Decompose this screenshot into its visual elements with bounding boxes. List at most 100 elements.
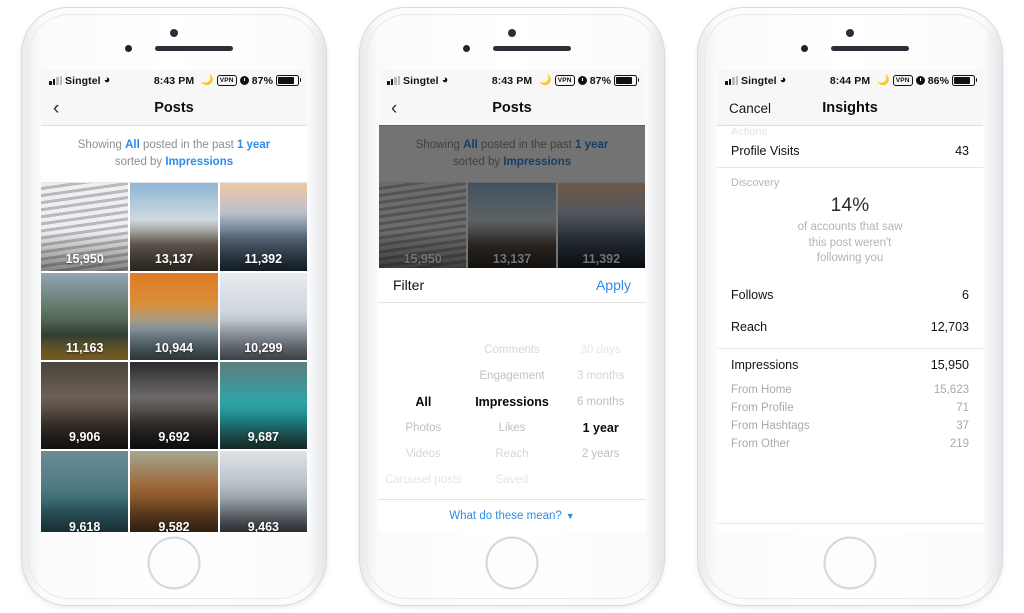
status-bar: Singtel ◕ 8:43 PM 🌙 VPN 87% xyxy=(41,70,307,91)
back-chevron-left-icon[interactable]: ‹ xyxy=(53,99,59,118)
picker-option[interactable]: Saved xyxy=(496,467,529,493)
discovery-text-line1: of accounts that saw xyxy=(797,221,903,233)
banner-sort-value[interactable]: Impressions xyxy=(503,156,571,168)
picker-column-post-type[interactable]: All Photos Videos Carousel posts xyxy=(379,311,468,493)
carrier-label: Singtel xyxy=(65,74,101,87)
picker-column-metric[interactable]: Comments Engagement Impressions Likes Reach S… xyxy=(468,311,557,493)
do-not-disturb-icon: 🌙 xyxy=(539,75,552,86)
insight-row-reach: Reach 12,703 xyxy=(731,311,969,348)
back-chevron-left-icon[interactable]: ‹ xyxy=(391,99,397,118)
grid-post-cell[interactable]: 9,582 xyxy=(130,451,218,532)
picker-option[interactable]: 3 months xyxy=(577,363,624,389)
post-metric-value: 11,163 xyxy=(65,341,104,356)
wifi-icon: ◕ xyxy=(103,74,111,86)
front-camera-icon xyxy=(801,45,808,52)
grid-post-cell[interactable]: 11,392 xyxy=(557,183,645,271)
post-metric-value: 11,392 xyxy=(582,251,621,266)
impressions-breakdown-row: From Hashtags 37 xyxy=(731,417,969,435)
vpn-badge: VPN xyxy=(216,75,237,86)
post-metric-value: 9,618 xyxy=(69,519,101,532)
battery-icon xyxy=(614,74,640,87)
banner-filter-value[interactable]: All xyxy=(125,139,140,151)
grid-post-cell[interactable]: 11,163 xyxy=(41,272,129,361)
status-bar: Singtel ◕ 8:43 PM 🌙 VPN 87% xyxy=(379,70,645,91)
grid-post-cell[interactable]: 15,950 xyxy=(379,183,467,271)
picker-column-timeframe[interactable]: 30 days 3 months 6 months 1 year 2 years xyxy=(556,311,645,493)
banner-sort-value[interactable]: Impressions xyxy=(165,156,233,168)
picker-option[interactable]: Photos xyxy=(405,415,441,441)
banner-middle: posted in the past xyxy=(477,139,575,151)
discovery-percent: 14% xyxy=(830,195,870,216)
grid-post-cell[interactable]: 15,950 xyxy=(41,183,129,271)
scrolled-row-label: Actions xyxy=(731,126,768,135)
picker-option[interactable]: Engagement xyxy=(479,363,544,389)
grid-post-cell[interactable]: 13,137 xyxy=(130,183,218,271)
home-button[interactable] xyxy=(148,537,200,589)
insight-value: 15,950 xyxy=(930,357,969,372)
picker-option[interactable]: All xyxy=(415,389,431,415)
grid-post-cell[interactable]: 10,299 xyxy=(219,272,307,361)
signal-icon xyxy=(387,76,400,85)
phone-posts-list: Singtel ◕ 8:43 PM 🌙 VPN 87% ‹ Posts Show… xyxy=(22,8,326,605)
picker-option[interactable]: 1 year xyxy=(583,415,619,441)
sensor-icon xyxy=(508,29,516,37)
post-metric-value: 9,692 xyxy=(158,430,190,445)
home-button[interactable] xyxy=(824,537,876,589)
front-camera-icon xyxy=(463,45,470,52)
clock-label: 8:44 PM xyxy=(829,74,871,87)
cancel-button[interactable]: Cancel xyxy=(729,101,771,116)
insight-label: From Profile xyxy=(731,401,794,414)
filter-sheet-header: Filter Apply xyxy=(379,268,645,303)
picker-option[interactable]: Videos xyxy=(406,441,441,467)
phone-posts-filter: Singtel ◕ 8:43 PM 🌙 VPN 87% ‹ Posts Show… xyxy=(360,8,664,605)
post-metric-value: 9,463 xyxy=(247,519,279,532)
picker-option[interactable]: Carousel posts xyxy=(385,467,462,493)
discovery-text-line3: following you xyxy=(816,252,884,265)
insight-value: 12,703 xyxy=(930,319,969,334)
what-do-these-mean-link[interactable]: What do these mean? ▼ xyxy=(379,499,645,532)
banner-filter-value[interactable]: All xyxy=(463,139,478,151)
showing-banner[interactable]: Showing All posted in the past 1 year so… xyxy=(379,126,645,184)
insight-value: 37 xyxy=(956,419,969,432)
battery-percent-label: 86% xyxy=(927,74,950,87)
nav-bar: ‹ Posts xyxy=(379,91,645,126)
insight-value: 6 xyxy=(962,287,969,302)
grid-post-cell[interactable]: 9,906 xyxy=(41,362,129,450)
showing-banner[interactable]: Showing All posted in the past 1 year so… xyxy=(41,126,307,184)
grid-post-cell[interactable]: 13,137 xyxy=(468,183,556,271)
battery-percent-label: 87% xyxy=(589,74,612,87)
do-not-disturb-icon: 🌙 xyxy=(877,75,890,86)
banner-period-value[interactable]: 1 year xyxy=(575,139,608,151)
picker-option[interactable]: 30 days xyxy=(581,337,621,363)
grid-post-cell[interactable]: 9,692 xyxy=(130,362,218,450)
insights-list[interactable]: Actions Profile Visits 43 Discovery 14% … xyxy=(717,126,983,532)
battery-icon xyxy=(952,74,978,87)
picker-option[interactable]: 6 months xyxy=(577,389,624,415)
grid-post-cell[interactable]: 9,463 xyxy=(219,451,307,532)
home-button[interactable] xyxy=(486,537,538,589)
picker-option[interactable]: Impressions xyxy=(475,389,549,415)
insights-section-discovery: Discovery 14% of accounts that saw this … xyxy=(717,168,983,349)
banner-middle: posted in the past xyxy=(139,139,237,151)
insight-label: Follows xyxy=(731,287,774,302)
post-metric-value: 10,944 xyxy=(154,341,194,356)
apply-button[interactable]: Apply xyxy=(596,277,631,293)
post-metric-value: 13,137 xyxy=(492,251,532,266)
grid-post-cell[interactable]: 9,618 xyxy=(41,451,129,532)
post-metric-value: 9,906 xyxy=(69,430,101,445)
signal-icon xyxy=(49,76,62,85)
grid-post-cell[interactable]: 11,392 xyxy=(219,183,307,271)
picker-option[interactable]: Reach xyxy=(495,441,528,467)
grid-post-cell[interactable]: 9,687 xyxy=(219,362,307,450)
alarm-icon xyxy=(239,76,249,85)
front-camera-icon xyxy=(125,45,132,52)
banner-sorted-prefix: sorted by xyxy=(114,155,166,168)
what-do-these-mean-link[interactable]: What do these mean? ▼ xyxy=(717,523,983,532)
banner-period-value[interactable]: 1 year xyxy=(237,139,270,151)
picker-option[interactable]: Likes xyxy=(499,415,526,441)
picker-option[interactable]: 2 years xyxy=(582,441,620,467)
picker-option[interactable]: Comments xyxy=(484,337,540,363)
filter-sheet-title: Filter xyxy=(393,277,425,293)
grid-post-cell[interactable]: 10,944 xyxy=(130,272,218,361)
insight-row-impressions: Impressions 15,950 xyxy=(731,349,969,381)
